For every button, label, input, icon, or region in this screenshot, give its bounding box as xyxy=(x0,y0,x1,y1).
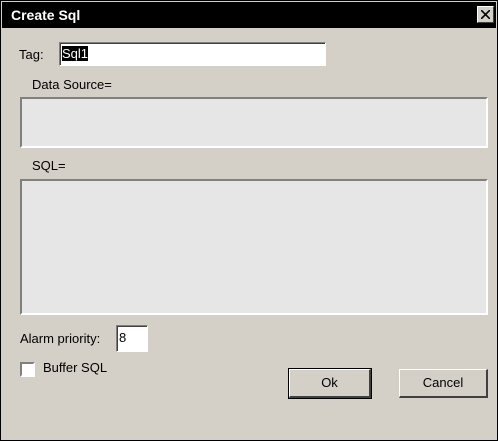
ok-button[interactable]: Ok xyxy=(288,368,372,399)
data-source-label: Data Source= xyxy=(32,77,112,92)
alarm-priority-input[interactable]: 8 xyxy=(116,325,148,352)
buffer-sql-checkbox[interactable] xyxy=(20,362,35,377)
create-sql-dialog: Create Sql Tag: Sql1 Data Source= SQL= A… xyxy=(0,0,498,441)
title-bar[interactable]: Create Sql xyxy=(2,2,496,28)
data-source-textarea[interactable] xyxy=(20,97,488,148)
tag-label: Tag: xyxy=(19,47,44,62)
window-title: Create Sql xyxy=(11,7,81,23)
tag-input-value: Sql1 xyxy=(62,46,89,61)
sql-label: SQL= xyxy=(32,158,66,173)
alarm-priority-label: Alarm priority: xyxy=(20,331,101,346)
alarm-priority-value: 8 xyxy=(119,330,127,345)
close-button[interactable] xyxy=(477,6,494,23)
tag-input[interactable]: Sql1 xyxy=(59,42,326,66)
buffer-sql-label[interactable]: Buffer SQL xyxy=(43,360,107,375)
sql-textarea[interactable] xyxy=(20,179,488,315)
cancel-button[interactable]: Cancel xyxy=(399,369,488,398)
close-icon xyxy=(481,10,490,19)
